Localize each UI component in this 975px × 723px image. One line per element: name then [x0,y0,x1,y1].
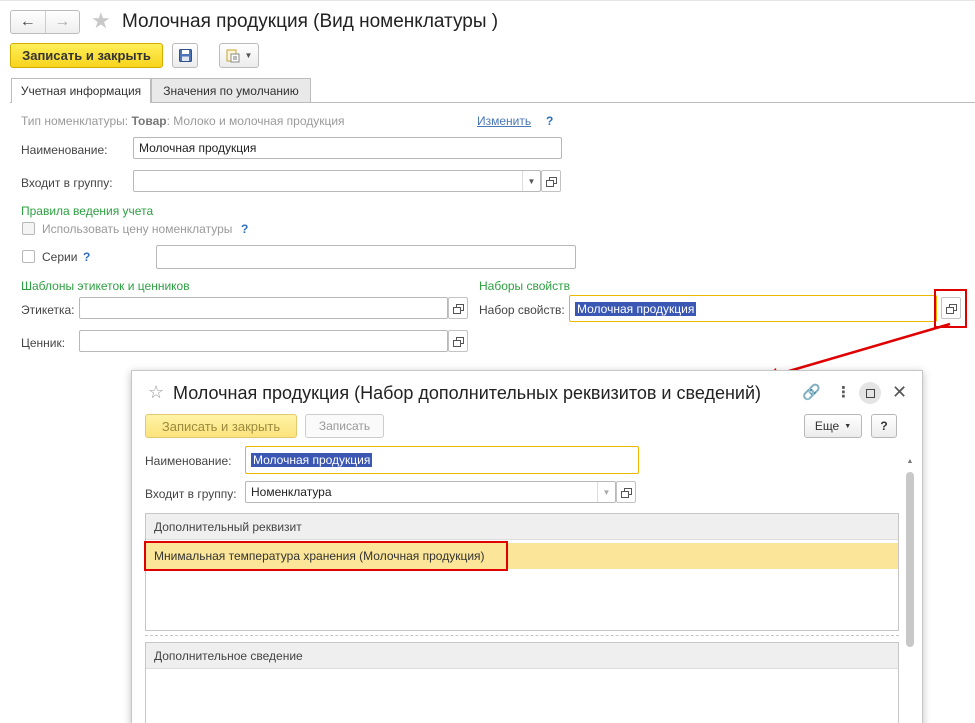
open-window-icon [621,487,632,498]
price-tag-label: Ценник: [21,336,66,350]
save-and-close-button[interactable]: Записать и закрыть [10,43,163,68]
tab-divider [10,102,975,103]
price-tag-open-button[interactable] [448,330,468,352]
use-price-help-icon[interactable]: ? [241,222,248,236]
group-dropdown-button[interactable]: ▼ [522,171,540,191]
use-price-label: Использовать цену номенклатуры [42,222,233,236]
type-row: Тип номенклатуры: Товар: Молоко и молочн… [21,114,345,128]
popup-name-value: Молочная продукция [251,453,373,467]
scroll-up-icon[interactable]: ▲ [905,458,915,465]
popup-more-button[interactable]: Еще ▼ [804,414,862,438]
open-window-icon [453,303,464,314]
back-button[interactable]: ← [11,11,45,33]
popup-group-value: Номенклатура [251,485,332,499]
popup-save-button[interactable]: Записать [305,414,384,438]
popup-group-open-button[interactable] [616,481,636,503]
series-help-icon[interactable]: ? [83,250,90,264]
property-set-value: Молочная продукция [575,301,697,316]
highlight-red-box [144,541,508,571]
tab-accounting-info[interactable]: Учетная информация [11,78,151,103]
favorite-star-icon[interactable]: ☆ [148,382,164,403]
info-table[interactable]: Дополнительное сведение [145,642,899,723]
popup-name-label: Наименование: [145,454,232,468]
property-sets-header: Наборы свойств [479,279,571,293]
use-price-checkbox[interactable] [22,222,35,235]
name-label: Наименование: [21,143,108,157]
close-icon[interactable]: ✕ [892,382,907,403]
type-value-bold: Товар [131,114,167,128]
popup-title: Молочная продукция (Набор дополнительных… [173,383,762,403]
accounting-rules-header: Правила ведения учета [21,204,154,218]
label-template-field[interactable] [79,297,448,319]
favorite-star-icon[interactable]: ★ [91,9,111,33]
series-checkbox[interactable] [22,250,35,263]
type-help-icon[interactable]: ? [546,114,553,128]
popup-more-label: Еще [814,419,840,433]
popup-group-label: Входит в группу: [145,487,237,501]
property-set-label: Набор свойств: [479,303,565,317]
change-type-link[interactable]: Изменить [477,114,531,128]
type-value-rest: : Молоко и молочная продукция [166,114,345,128]
popup-scrollbar[interactable] [906,472,914,647]
page-title: Молочная продукция (Вид номенклатуры ) [122,11,499,32]
price-tag-field[interactable] [79,330,448,352]
nav-buttons: ← → [10,10,80,34]
property-set-open-button[interactable] [941,297,961,319]
series-label: Серии [42,250,78,264]
group-field[interactable]: ▼ [133,170,541,192]
popup-name-field[interactable]: Молочная продукция [245,446,639,474]
save-disk-button[interactable] [172,43,198,68]
maximize-icon [865,388,875,398]
forward-button[interactable]: → [44,11,80,33]
chevron-down-icon: ▼ [244,51,253,60]
chevron-down-icon: ▼ [844,422,852,430]
series-settings-field[interactable] [156,245,576,269]
attributes-column-header[interactable]: Дополнительный реквизит [146,514,898,540]
top-border [0,0,975,1]
group-open-button[interactable] [541,170,561,192]
attributes-table[interactable]: Дополнительный реквизит Мнимальная темпе… [145,513,899,631]
more-actions-icon[interactable]: ⋮ [836,383,851,401]
property-set-field[interactable]: Молочная продукция [569,295,937,322]
group-label: Входит в группу: [21,176,113,190]
tab-default-values[interactable]: Значения по умолчанию [151,78,311,102]
document-generate-icon [226,49,240,62]
link-icon[interactable]: 🔗 [802,383,821,401]
name-field[interactable]: Молочная продукция [133,137,562,159]
type-label: Тип номенклатуры: [21,114,129,128]
open-window-icon [546,176,557,187]
name-value: Молочная продукция [139,141,257,155]
create-based-on-button[interactable]: ▼ [219,43,259,68]
label-template-label: Этикетка: [21,303,75,317]
popup-group-field[interactable]: Номенклатура ▼ [245,481,616,503]
grid-splitter[interactable] [145,635,899,637]
floppy-disk-icon [178,49,192,62]
popup-group-dropdown-button[interactable]: ▼ [597,482,615,502]
info-column-header[interactable]: Дополнительное сведение [146,643,898,669]
dropdown-arrow-icon: ▼ [602,487,611,497]
label-template-open-button[interactable] [448,297,468,319]
open-window-icon [946,303,957,314]
maximize-button[interactable] [859,382,881,404]
templates-header: Шаблоны этикеток и ценников [21,279,190,293]
dropdown-arrow-icon: ▼ [527,176,536,186]
open-window-icon [453,336,464,347]
popup-save-and-close-button[interactable]: Записать и закрыть [145,414,297,438]
popup-help-button[interactable]: ? [871,414,897,438]
